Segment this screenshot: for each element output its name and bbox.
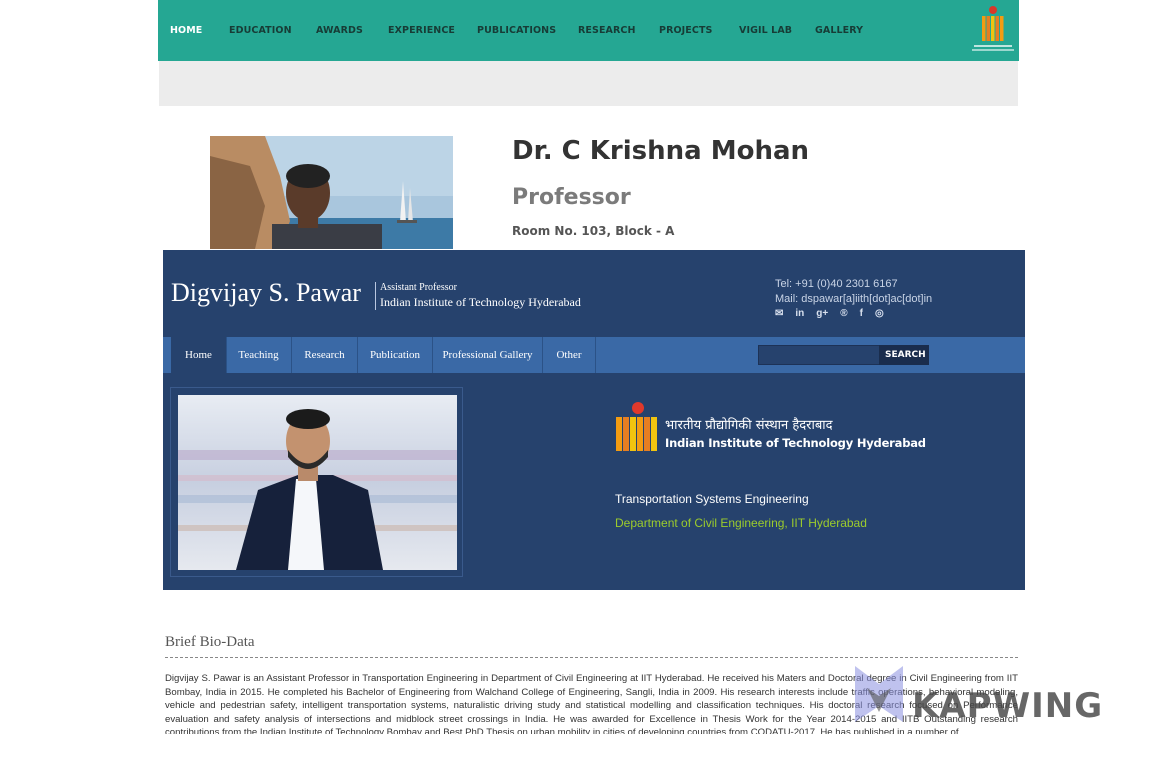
profile-photo	[178, 395, 457, 570]
nav-home[interactable]: HOME	[170, 25, 202, 36]
tab-publication[interactable]: Publication	[358, 337, 433, 373]
divider	[165, 657, 1018, 658]
role-label: Assistant Professor	[380, 282, 457, 293]
nav-awards[interactable]: AWARDS	[316, 25, 363, 36]
top-navbar: HOME EDUCATION AWARDS EXPERIENCE PUBLICA…	[158, 0, 1019, 61]
iith-logo[interactable]	[614, 401, 662, 453]
site-header: Digvijay S. Pawar Assistant Professor In…	[163, 250, 1025, 337]
research-area: Transportation Systems Engineering	[615, 492, 809, 506]
profile-banner: भारतीय प्रौद्योगिकी संस्थान हैदराबाद Ind…	[163, 373, 1025, 590]
nav-projects[interactable]: PROJECTS	[659, 25, 712, 36]
banner-strip	[159, 61, 1018, 106]
nav-publications[interactable]: PUBLICATIONS	[477, 25, 556, 36]
contact-info: Tel: +91 (0)40 2301 6167 Mail: dspawar[a…	[775, 277, 932, 307]
main-navbar: Home Teaching Research Publication Profe…	[163, 337, 1025, 373]
affiliation: Assistant Professor Indian Institute of …	[375, 282, 581, 310]
phone-text: Tel: +91 (0)40 2301 6167	[775, 278, 898, 290]
search-input[interactable]	[758, 345, 881, 365]
iith-logo[interactable]	[968, 3, 1018, 55]
nav-experience[interactable]: EXPERIENCE	[388, 25, 455, 36]
google-plus-icon[interactable]: g+	[816, 308, 828, 322]
nav-gallery[interactable]: GALLERY	[815, 25, 863, 36]
site-owner-name: Digvijay S. Pawar	[171, 278, 361, 307]
email-icon[interactable]: ✉	[775, 308, 783, 322]
faculty-room: Room No. 103, Block - A	[512, 224, 675, 238]
watermark-text: KAPWING	[912, 686, 1104, 726]
search-button[interactable]: SEARCH	[879, 345, 929, 365]
kapwing-logo-icon	[855, 666, 903, 722]
tab-teaching[interactable]: Teaching	[226, 337, 292, 373]
nav-research[interactable]: RESEARCH	[578, 25, 636, 36]
tab-research[interactable]: Research	[292, 337, 358, 373]
faculty-designation: Professor	[512, 185, 631, 210]
tab-professional-gallery[interactable]: Professional Gallery	[433, 337, 543, 373]
institute-label: Indian Institute of Technology Hyderabad	[380, 295, 581, 309]
nav-vigil-lab[interactable]: VIGIL LAB	[739, 25, 792, 36]
instagram-icon[interactable]: ◎	[875, 308, 884, 322]
email-text: Mail: dspawar[a]iith[dot]ac[dot]in	[775, 293, 933, 305]
bio-heading: Brief Bio-Data	[165, 634, 255, 650]
faculty-name: Dr. C Krishna Mohan	[512, 136, 810, 166]
tab-other[interactable]: Other	[543, 337, 596, 373]
social-links: ✉ in g+ ® f ◎	[775, 308, 884, 322]
institute-name-hindi: भारतीय प्रौद्योगिकी संस्थान हैदराबाद	[665, 418, 833, 433]
tab-home[interactable]: Home	[171, 337, 227, 373]
photo-frame	[170, 387, 463, 577]
facebook-icon[interactable]: f	[860, 308, 863, 322]
institute-name-english: Indian Institute of Technology Hyderabad	[665, 436, 926, 450]
profile-photo	[210, 136, 453, 249]
linkedin-icon[interactable]: in	[795, 308, 804, 322]
nav-education[interactable]: EDUCATION	[229, 25, 292, 36]
department-link[interactable]: Department of Civil Engineering, IIT Hyd…	[615, 516, 867, 530]
researchgate-icon[interactable]: ®	[840, 308, 847, 322]
